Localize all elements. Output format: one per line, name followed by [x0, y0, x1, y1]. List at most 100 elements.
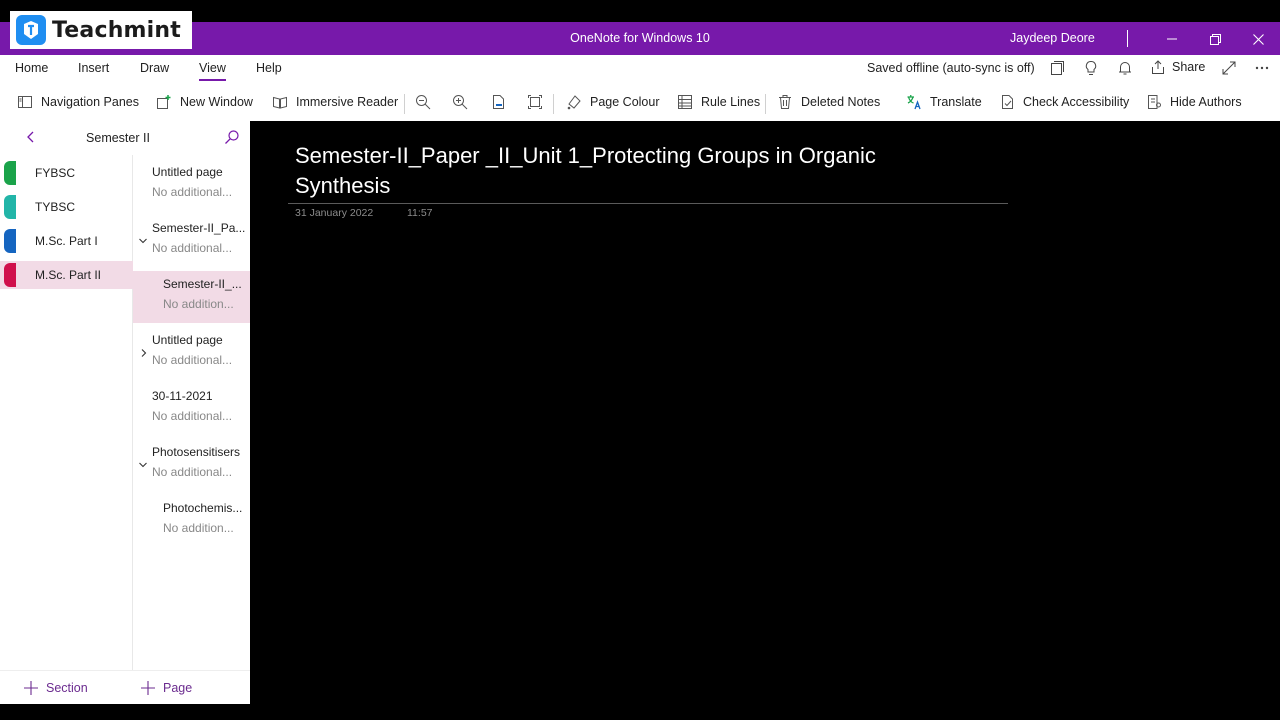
page-subtitle: No additional...: [152, 409, 233, 423]
search-icon: [225, 130, 239, 144]
page-colour-button[interactable]: Page Colour: [565, 93, 660, 111]
deleted-notes-label: Deleted Notes: [801, 95, 881, 109]
add-page-label: Page: [163, 681, 193, 695]
page-title: Untitled page: [152, 165, 223, 179]
bell-icon: [1119, 62, 1131, 75]
hide-authors-label: Hide Authors: [1170, 95, 1242, 109]
tab-help[interactable]: Help: [256, 61, 282, 75]
zoom-out-icon: [414, 93, 432, 111]
minimize-button[interactable]: [1161, 28, 1183, 50]
new-window-label: New Window: [180, 95, 253, 109]
add-section-button[interactable]: Section: [24, 681, 88, 695]
section-color-tab: [4, 195, 16, 219]
navigation-panes-icon: [16, 93, 34, 111]
zoom-100-button[interactable]: [489, 93, 514, 111]
share-button[interactable]: Share: [1150, 59, 1205, 75]
page-item[interactable]: Photosensitisers No additional...: [133, 439, 250, 491]
page-colour-label: Page Colour: [590, 95, 660, 109]
toolbar-separator: [404, 94, 405, 114]
restore-button[interactable]: [1204, 28, 1226, 50]
collapse-button[interactable]: [138, 457, 148, 468]
hide-authors-button[interactable]: Hide Authors: [1145, 93, 1242, 111]
lightbulb-icon: [1085, 60, 1097, 75]
deleted-notes-button[interactable]: Deleted Notes: [776, 93, 880, 111]
toolbar-separator: [765, 94, 766, 114]
section-color-tab: [4, 263, 16, 287]
collapse-button[interactable]: [138, 233, 148, 244]
section-label: FYBSC: [35, 166, 76, 180]
more-icon: [1255, 66, 1269, 70]
page-item[interactable]: Untitled page No additional...: [133, 159, 250, 211]
tab-insert[interactable]: Insert: [78, 61, 109, 75]
translate-label: Translate: [930, 95, 982, 109]
user-name[interactable]: Jaydeep Deore: [1010, 31, 1095, 45]
immersive-reader-icon: [271, 93, 289, 111]
notifications-button[interactable]: [1116, 59, 1134, 77]
rule-lines-button[interactable]: Rule Lines: [676, 93, 760, 111]
chevron-down-icon: [139, 238, 147, 244]
section-item-tybsc[interactable]: TYBSC: [0, 193, 133, 221]
share-icon: [1152, 60, 1164, 74]
more-options-button[interactable]: [1253, 59, 1271, 77]
page-subtitle: No addition...: [163, 521, 234, 535]
page-item[interactable]: Photochemis... No addition...: [133, 495, 250, 547]
tell-me-button[interactable]: [1082, 59, 1100, 77]
add-page-button[interactable]: Page: [141, 681, 192, 695]
teachmint-logo: Teachmint: [10, 11, 192, 49]
minimize-icon: [1167, 38, 1177, 40]
expand-icon: [1222, 61, 1236, 75]
page-title: Semester-II_Pa...: [152, 221, 246, 235]
translate-button[interactable]: Translate: [905, 93, 982, 111]
zoom-out-button[interactable]: [414, 93, 439, 111]
page-title: Semester-II_...: [163, 277, 242, 291]
add-section-label: Section: [46, 681, 88, 695]
page-colour-icon: [565, 93, 583, 111]
add-bar: Section Page: [0, 670, 250, 704]
zoom-in-button[interactable]: [451, 93, 476, 111]
page-title: Photosensitisers: [152, 445, 241, 459]
ribbon-tabs: Home Insert Draw View Help Saved offline…: [0, 55, 1280, 85]
check-accessibility-button[interactable]: Check Accessibility: [998, 93, 1129, 111]
page-item[interactable]: 30-11-2021 No additional...: [133, 383, 250, 435]
current-section-name: Semester II: [86, 131, 150, 145]
page-title-heading[interactable]: Semester-II_Paper _II_Unit 1_Protecting …: [295, 141, 955, 201]
tab-view[interactable]: View: [199, 61, 226, 81]
page-item[interactable]: Untitled page No additional...: [133, 327, 250, 379]
new-window-button[interactable]: New Window: [155, 93, 253, 111]
section-item-msc-part-2[interactable]: M.Sc. Part II: [0, 261, 133, 289]
navigation-panes-button[interactable]: Navigation Panes: [16, 93, 139, 111]
section-list: FYBSC TYBSC M.Sc. Part I M.Sc. Part II: [0, 155, 133, 670]
plus-icon: [141, 681, 155, 695]
tab-draw[interactable]: Draw: [140, 61, 169, 75]
page-canvas[interactable]: Semester-II_Paper _II_Unit 1_Protecting …: [250, 121, 1280, 720]
close-button[interactable]: [1247, 28, 1269, 50]
page-item-selected[interactable]: Semester-II_... No addition...: [133, 271, 250, 323]
search-button[interactable]: [224, 129, 240, 150]
expand-button[interactable]: [139, 345, 149, 357]
page-width-button[interactable]: [526, 93, 551, 111]
rule-lines-label: Rule Lines: [701, 95, 761, 109]
notebooks-button[interactable]: [1048, 59, 1066, 77]
page-subtitle: No additional...: [152, 241, 233, 255]
section-item-fybsc[interactable]: FYBSC: [0, 159, 133, 187]
rule-lines-icon: [676, 93, 694, 111]
navigation-panes-label: Navigation Panes: [41, 95, 139, 109]
section-label: TYBSC: [35, 200, 76, 214]
page-subtitle: No addition...: [163, 297, 234, 311]
section-item-msc-part-1[interactable]: M.Sc. Part I: [0, 227, 133, 255]
immersive-reader-button[interactable]: Immersive Reader: [271, 93, 398, 111]
full-page-view-button[interactable]: [1220, 59, 1238, 77]
title-bar: OneNote for Windows 10 Jaydeep Deore: [0, 22, 1280, 55]
section-color-tab: [4, 161, 16, 185]
hide-authors-icon: [1145, 93, 1163, 111]
restore-icon: [1209, 33, 1221, 45]
section-label: M.Sc. Part I: [35, 234, 98, 248]
page-title: Photochemis...: [163, 501, 243, 515]
title-underline: [288, 203, 1008, 204]
section-label: M.Sc. Part II: [35, 268, 102, 282]
page-item[interactable]: Semester-II_Pa... No additional...: [133, 215, 250, 267]
tab-home[interactable]: Home: [15, 61, 48, 75]
accessibility-icon: [998, 93, 1016, 111]
page-time: 11:57: [407, 207, 433, 219]
page-width-icon: [526, 93, 544, 111]
